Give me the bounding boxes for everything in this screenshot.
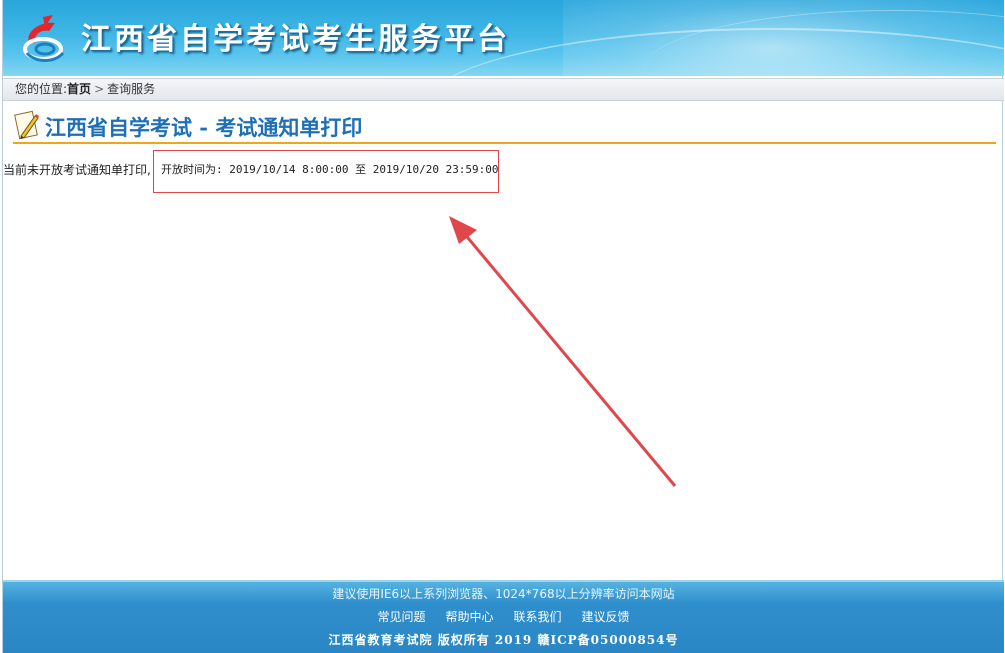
footer-link-faq[interactable]: 常见问题 (377, 608, 425, 625)
page-title: 江西省自学考试 - 考试通知单打印 (45, 115, 363, 140)
breadcrumb-prefix: 您的位置: (15, 82, 68, 96)
footer-link-help[interactable]: 帮助中心 (445, 608, 493, 625)
site-header: 江西省自学考试考生服务平台 (3, 0, 1004, 76)
footer-copyright: 江西省教育考试院 版权所有 2019 赣ICP备05000854号 (328, 633, 679, 647)
breadcrumb-separator: > (94, 82, 105, 96)
footer-browser-tip: 建议使用IE6以上系列浏览器、1024*768以上分辨率访问本网站 (332, 587, 675, 601)
pencil-icon (14, 110, 39, 140)
site-title: 江西省自学考试考生服务平台 (81, 22, 510, 57)
breadcrumb-home-link[interactable]: 首页 (67, 82, 91, 96)
annotation-arrow-icon (449, 216, 677, 487)
breadcrumb-current: 查询服务 (107, 82, 156, 96)
footer-links: 常见问题 帮助中心 联系我们 建议反馈 (3, 608, 1004, 625)
page-frame: 江西省自学考试考生服务平台 您的位置:首页 > 查询服务 江西省自学考试 - 考试通… (2, 0, 1004, 653)
footer-link-contact[interactable]: 联系我们 (514, 608, 562, 625)
page-heading: 江西省自学考试 - 考试通知单打印 (13, 108, 996, 144)
site-logo-icon (23, 15, 65, 62)
highlight-box (153, 150, 499, 193)
footer-link-feedback[interactable]: 建议反馈 (582, 608, 630, 625)
site-footer: 建议使用IE6以上系列浏览器、1024*768以上分辨率访问本网站 常见问题 帮… (3, 580, 1004, 653)
notice-message: 当前未开放考试通知单打印, (3, 163, 151, 177)
breadcrumb: 您的位置:首页 > 查询服务 (3, 78, 1004, 101)
